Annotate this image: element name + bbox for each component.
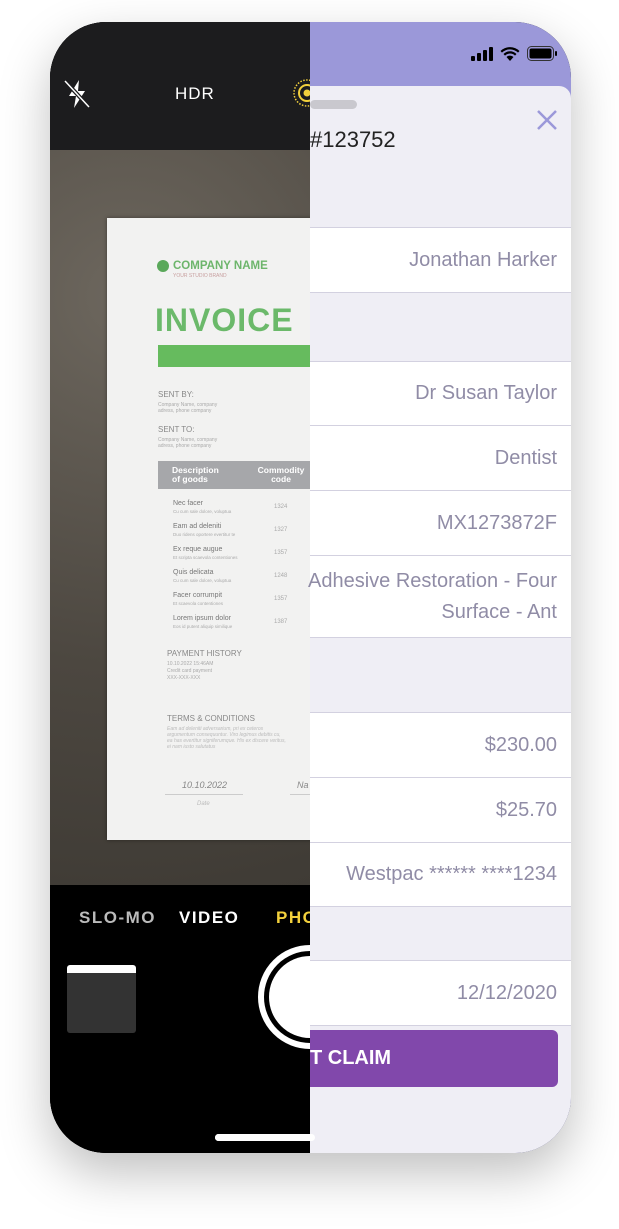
signal-icon bbox=[471, 46, 493, 61]
camera-preview: COMPANY NAME YOUR STUDIO BRAND INVOICE S… bbox=[50, 150, 318, 885]
last-photo-thumbnail[interactable] bbox=[67, 965, 136, 1033]
table-header: Description of goods Commodity code bbox=[158, 461, 318, 489]
brand: YOUR STUDIO BRAND bbox=[173, 273, 227, 279]
submit-label: T CLAIM bbox=[310, 1047, 392, 1069]
item-desc: Et scripta scaevola contentiones bbox=[173, 555, 238, 560]
field-value: Adhesive Restoration - Four Surface - An… bbox=[307, 569, 557, 623]
camera-bottom-bar: SLO-MO VIDEO PHO bbox=[50, 885, 362, 1153]
field-value: 12/12/2020 bbox=[456, 981, 557, 1004]
company-logo-icon bbox=[157, 260, 169, 272]
item-code: 1387 bbox=[274, 619, 288, 625]
item-desc: Cu cum sale dolore, voluptua bbox=[173, 509, 232, 514]
home-indicator-right bbox=[215, 1134, 315, 1141]
terms-heading: TERMS & CONDITIONS bbox=[167, 714, 256, 723]
payment-line: XXX-XXX-XXX bbox=[167, 675, 201, 681]
field-value: $230.00 bbox=[484, 733, 557, 756]
sent-to: SENT TO: bbox=[158, 425, 195, 434]
date-underline bbox=[165, 794, 243, 795]
field-value: Dentist bbox=[494, 446, 557, 469]
payment-line: Credit card payment bbox=[167, 668, 213, 674]
field-amount[interactable]: $230.00 bbox=[310, 712, 571, 778]
item-code: 1357 bbox=[274, 596, 288, 602]
company-name: COMPANY NAME bbox=[173, 260, 268, 272]
item-code: 1248 bbox=[274, 573, 288, 579]
mode-video[interactable]: VIDEO bbox=[179, 908, 239, 928]
invoice-title: INVOICE bbox=[155, 302, 294, 338]
item-code: 1324 bbox=[274, 504, 288, 510]
sent-to-text: Company Name, company adress, phone comp… bbox=[158, 437, 218, 449]
submit-claim-button[interactable]: T CLAIM bbox=[310, 1030, 558, 1087]
sent-by-text: Company Name, company adress, phone comp… bbox=[158, 402, 218, 414]
green-bar bbox=[158, 345, 318, 367]
field-patient[interactable]: Jonathan Harker bbox=[310, 227, 571, 293]
invoice-document: COMPANY NAME YOUR STUDIO BRAND INVOICE S… bbox=[107, 218, 318, 840]
item-name: Eam ad deleniti bbox=[173, 523, 222, 530]
phone-frame: HDR COMPANY NAME YOUR STUDIO BRAND INVOI… bbox=[50, 22, 571, 1153]
field-value: Dr Susan Taylor bbox=[415, 382, 557, 404]
item-code: 1327 bbox=[274, 527, 288, 533]
item-code: 1357 bbox=[274, 550, 288, 556]
payment-history: PAYMENT HISTORY bbox=[167, 649, 242, 658]
hdr-toggle[interactable]: HDR bbox=[175, 84, 215, 104]
field-value: MX1273872F bbox=[436, 511, 557, 534]
item-desc: Et scaevola contentiones bbox=[173, 601, 224, 606]
item-name: Nec facer bbox=[173, 500, 203, 507]
col-description: Description of goods bbox=[172, 465, 219, 484]
field-value: Westpac ****** ****1234 bbox=[346, 863, 557, 885]
item-name: Quis delicata bbox=[173, 569, 214, 576]
claim-sheet: #123752 Jonathan Harker Dr Susan Taylor … bbox=[308, 86, 571, 1153]
field-provider-type[interactable]: Dentist bbox=[310, 425, 571, 491]
item-name: Ex reque augue bbox=[173, 546, 223, 553]
battery-icon bbox=[527, 46, 557, 61]
field-provider-number[interactable]: MX1273872F bbox=[310, 490, 571, 556]
name-label: Na bbox=[297, 780, 309, 790]
date-label: Date bbox=[197, 801, 210, 807]
item-name: Lorem ipsum dolor bbox=[173, 615, 231, 622]
item-desc: Eos id putent aliquip similique bbox=[173, 624, 233, 629]
col-commodity: Commodity code bbox=[257, 465, 305, 484]
field-rebate[interactable]: $25.70 bbox=[310, 777, 571, 843]
payment-line: 10.10.2022 15:46AM bbox=[167, 661, 214, 667]
camera-view: HDR COMPANY NAME YOUR STUDIO BRAND INVOI… bbox=[50, 22, 362, 1153]
field-value: $25.70 bbox=[495, 798, 557, 821]
field-bank-account[interactable]: Westpac ****** ****1234 bbox=[310, 842, 571, 907]
close-icon[interactable] bbox=[535, 108, 559, 132]
sheet-grabber[interactable] bbox=[310, 100, 357, 109]
mode-slo-mo[interactable]: SLO-MO bbox=[79, 908, 156, 928]
claim-number: #123752 bbox=[310, 127, 396, 152]
field-provider[interactable]: Dr Susan Taylor bbox=[310, 361, 571, 426]
status-bar bbox=[471, 46, 557, 61]
wifi-icon bbox=[500, 47, 520, 61]
field-service[interactable]: Adhesive Restoration - Four Surface - An… bbox=[308, 555, 571, 638]
terms-text: Eam ad deleniti adversarium, pri ex cete… bbox=[167, 726, 286, 750]
item-name: Facer corrumpit bbox=[173, 592, 223, 599]
claim-form-panel: #123752 Jonathan Harker Dr Susan Taylor … bbox=[308, 22, 571, 1153]
item-desc: Duo ridens oportere evertitur te bbox=[173, 532, 236, 537]
field-date[interactable]: 12/12/2020 bbox=[310, 960, 571, 1026]
sent-by: SENT BY: bbox=[158, 390, 194, 399]
invoice-date: 10.10.2022 bbox=[182, 780, 228, 790]
camera-top-bar: HDR bbox=[50, 22, 321, 150]
field-value: Jonathan Harker bbox=[409, 248, 557, 271]
flash-off-icon[interactable] bbox=[62, 77, 92, 111]
item-desc: Cu cum sale dolore, voluptua bbox=[173, 578, 232, 583]
